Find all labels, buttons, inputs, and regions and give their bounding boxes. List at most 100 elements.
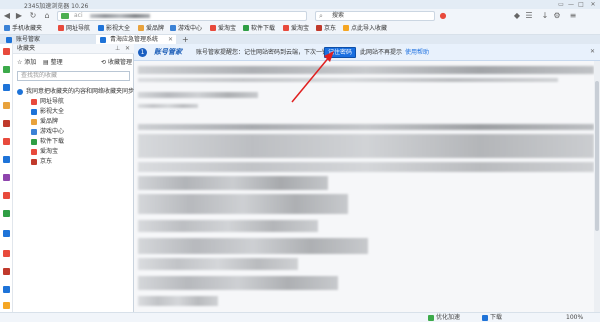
vertical-scrollbar[interactable]: [594, 61, 600, 312]
notice-badge: 1: [138, 48, 147, 57]
blurred-header: [138, 66, 594, 74]
game2-icon[interactable]: [3, 302, 10, 309]
tab-account-manager[interactable]: 账号管家: [2, 35, 88, 44]
download-icon[interactable]: ↓: [540, 11, 550, 21]
map-icon[interactable]: [3, 250, 10, 257]
minimize-button[interactable]: —: [566, 1, 576, 8]
music-icon[interactable]: [3, 156, 10, 163]
news-icon[interactable]: [3, 48, 10, 55]
book-icon[interactable]: [3, 210, 10, 217]
page-content: 1 账号管家 账号管家提醒您：记住网站密码到云端，下次一键登录。 记住密码 此网…: [134, 44, 600, 312]
help-link[interactable]: 使用帮助: [405, 48, 429, 57]
favorites-item[interactable]: 京东: [31, 158, 52, 166]
favorites-item[interactable]: 游戏中心: [31, 128, 64, 136]
organize-label: 整理: [50, 59, 63, 66]
menu-icon[interactable]: ☰: [524, 11, 534, 21]
video-icon[interactable]: [3, 84, 10, 91]
status-bar: 优化加速 下载 100%: [0, 312, 600, 322]
favorites-item-label: 网址导航: [40, 98, 65, 105]
organize-button[interactable]: ▤ 整理: [43, 59, 63, 67]
download-button[interactable]: 下载: [490, 314, 502, 322]
video-icon: [31, 109, 37, 115]
nav-icon: [31, 99, 37, 105]
new-tab-button[interactable]: +: [182, 35, 189, 44]
bookmark-item[interactable]: 京东: [316, 25, 336, 33]
game-icon: [170, 25, 176, 31]
star-icon: [4, 25, 10, 31]
refresh-button[interactable]: ↻: [28, 11, 38, 21]
address-text: aci: [74, 12, 83, 19]
zoom-level[interactable]: 100%: [566, 314, 583, 322]
favorites-item[interactable]: 软件下载: [31, 138, 64, 146]
brand-icon: [31, 119, 37, 125]
tab-label: 账号管家: [16, 36, 41, 43]
bookmark-item[interactable]: 爱淘宝: [210, 25, 236, 33]
video-icon: [98, 25, 104, 31]
bookmark-item[interactable]: 点此导入收藏: [343, 25, 387, 33]
skin-icon[interactable]: ▭: [556, 1, 566, 8]
search-input[interactable]: 搜索: [332, 12, 344, 20]
blurred-block: [138, 220, 318, 232]
tools-icon[interactable]: [3, 174, 10, 181]
bookmark-item[interactable]: 爱淘宝: [283, 25, 309, 33]
bookmarks-bar: 手机收藏夹 网址导航 影视大全 爱品牌 游戏中心 爱淘宝 软件下载 爱淘宝 京东…: [0, 23, 600, 35]
close-window-button[interactable]: ✕: [588, 1, 598, 8]
blurred-block: [138, 176, 328, 190]
favorites-item[interactable]: 爱淘宝: [31, 148, 58, 156]
settings-icon[interactable]: ≡: [568, 11, 578, 21]
bookmark-item[interactable]: 影视大全: [98, 25, 130, 33]
game-icon[interactable]: [3, 66, 10, 73]
speed-button[interactable]: 优化加速: [436, 314, 460, 322]
mail-icon[interactable]: [3, 102, 10, 109]
dice-icon[interactable]: [3, 230, 10, 237]
bookmark-item[interactable]: 网址导航: [58, 25, 90, 33]
tab-favicon: [6, 37, 12, 43]
arrow-line: [291, 55, 331, 103]
close-notice-icon[interactable]: ✕: [590, 48, 595, 55]
favorites-item-label: 爱品牌: [40, 118, 59, 125]
back-button[interactable]: ◀: [2, 11, 12, 21]
jd-icon: [31, 159, 37, 165]
movie-icon[interactable]: [3, 192, 10, 199]
download-icon: [482, 315, 488, 321]
scrollbar-thumb[interactable]: [595, 81, 599, 231]
favorites-item-label: 软件下载: [40, 138, 65, 145]
blurred-line: [138, 78, 558, 82]
weibo-icon[interactable]: [3, 138, 10, 145]
close-panel-icon[interactable]: ✕: [125, 45, 130, 53]
blurred-line: [138, 104, 198, 108]
add-favorite-button[interactable]: ☆ 添加: [17, 59, 36, 67]
tab-system[interactable]: 青海应急管理系统 ✕: [96, 35, 176, 44]
favorites-search-placeholder: 查找我的收藏: [21, 72, 58, 79]
annotation-arrow: [291, 51, 334, 103]
heart-icon[interactable]: [3, 268, 10, 275]
favorites-item[interactable]: 爱品牌: [31, 118, 58, 126]
photo-icon[interactable]: [3, 286, 10, 293]
tools-icon[interactable]: ⚙: [552, 11, 562, 21]
search-box[interactable]: ⌕ 搜索: [315, 11, 435, 21]
user-icon[interactable]: ●: [438, 11, 448, 21]
home-button[interactable]: ⌂: [42, 11, 52, 21]
bookmark-item[interactable]: 手机收藏夹: [4, 25, 42, 33]
favorites-item[interactable]: 影视大全: [31, 108, 64, 116]
taobao-icon: [31, 149, 37, 155]
favorites-search-input[interactable]: 查找我的收藏: [17, 71, 130, 81]
address-bar[interactable]: aci: [57, 11, 307, 21]
favorites-root-label: 我同意把收藏夹的内容和网络收藏夹同步: [26, 88, 135, 95]
brand-icon: [138, 25, 144, 31]
maximize-button[interactable]: □: [576, 1, 586, 8]
favorites-item[interactable]: 网址导航: [31, 98, 64, 106]
forward-button[interactable]: ▶: [14, 11, 24, 21]
close-tab-icon[interactable]: ✕: [168, 35, 173, 44]
manage-button[interactable]: ⟲ 收藏管理: [101, 59, 132, 67]
extension-icon[interactable]: ◆: [512, 11, 522, 21]
notice-brand: 账号管家: [154, 48, 182, 56]
never-remind-button[interactable]: 此网站不再提示: [360, 48, 402, 57]
bookmark-item[interactable]: 软件下载: [243, 25, 275, 33]
favorites-item-label: 京东: [40, 158, 53, 165]
shop-icon[interactable]: [3, 120, 10, 127]
pin-icon[interactable]: ⊥: [115, 45, 120, 53]
bookmark-item[interactable]: 爱品牌: [138, 25, 164, 33]
favorites-root[interactable]: 我同意把收藏夹的内容和网络收藏夹同步: [17, 88, 134, 96]
bookmark-item[interactable]: 游戏中心: [170, 25, 202, 33]
